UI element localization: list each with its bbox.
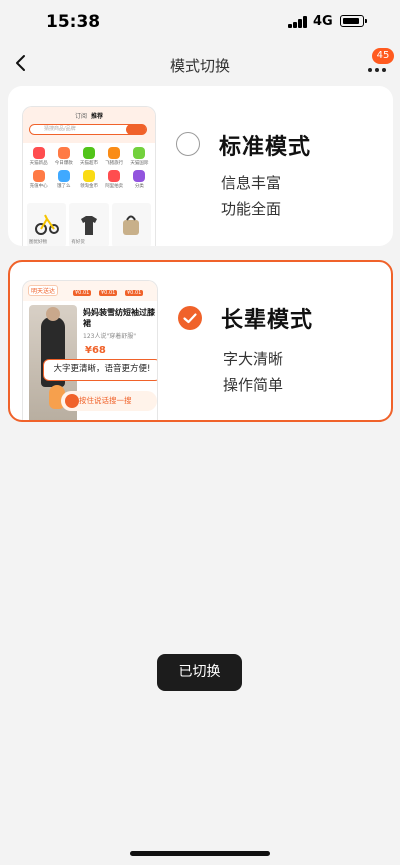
preview-search-placeholder: 猜搜商品/品牌	[44, 126, 76, 132]
preview-grid-item: 天猫超市	[76, 147, 101, 166]
elder-mode-card[interactable]: 明天送达 ¥0.01 ¥0.01 ¥0.01 妈妈装雪纺短袖过膝裙 123人说"…	[8, 260, 393, 422]
elder-mode-desc-line: 字大清晰	[223, 350, 284, 368]
preview-voice-label: 按住说话搜一搜	[79, 396, 132, 405]
elder-mode-radio[interactable]	[178, 306, 202, 330]
preview-grid-item: 天猫新品	[26, 147, 51, 166]
elder-mode-desc-line: 操作简单	[223, 376, 284, 394]
preview-grid-item: 充值中心	[26, 170, 51, 189]
preview-product-row: 图优好物 有好货	[27, 203, 151, 246]
preview-grid-item: 饿了么	[51, 170, 76, 189]
standard-mode-desc-line: 信息丰富	[221, 174, 282, 192]
switched-toast: 已切换	[157, 654, 242, 691]
network-label: 4G	[313, 14, 333, 29]
preview-grid-item: 分类	[127, 170, 152, 189]
status-time: 15:38	[46, 12, 101, 32]
preview-icon-grid: 天猫新品 今日爆款 天猫超市 飞猪旅行 天猫国际 充值中心 饿了么 领淘金币 阿…	[23, 143, 155, 193]
preview-grid-item: 今日爆款	[51, 147, 76, 166]
signal-icon	[288, 16, 308, 28]
status-bar: 15:38 4G	[0, 0, 400, 46]
standard-mode-desc-line: 功能全面	[221, 200, 282, 218]
preview-mini-price: ¥0.01	[99, 290, 118, 296]
preview-grid-item: 天猫国际	[127, 147, 152, 166]
preview-tab: 订阅	[75, 113, 88, 120]
check-icon	[183, 313, 197, 324]
standard-mode-radio[interactable]	[176, 132, 200, 156]
preview-grid-item: 领淘金币	[76, 170, 101, 189]
standard-mode-preview: 订阅 推荐 猜搜商品/品牌 天猫新品 今日爆款 天猫超市 飞猪旅行 天猫国际 充…	[22, 106, 156, 246]
notification-badge: 45	[372, 48, 394, 64]
preview-grid-item: 阿里拍卖	[102, 170, 127, 189]
home-indicator[interactable]	[130, 851, 270, 856]
preview-mini-price: ¥0.01	[73, 290, 92, 296]
elder-mode-preview: 明天送达 ¥0.01 ¥0.01 ¥0.01 妈妈装雪纺短袖过膝裙 123人说"…	[22, 280, 158, 420]
elder-mode-title: 长辈模式	[221, 308, 314, 333]
preview-search-bar: 猜搜商品/品牌	[29, 124, 147, 135]
preview-voice-button: 按住说话搜一搜	[61, 391, 157, 411]
preview-tab-active: 推荐	[91, 113, 104, 120]
preview-grid-item: 飞猪旅行	[102, 147, 127, 166]
page-title: 模式切换	[169, 57, 230, 75]
preview-product: 图优好物	[27, 203, 67, 246]
more-button[interactable]: 45	[364, 48, 394, 80]
preview-hint-bubble: 大字更清晰，语音更方便!	[43, 359, 157, 381]
microphone-icon	[65, 394, 79, 408]
preview-product-sub: 123人说"穿着舒服"	[83, 333, 136, 340]
nav-bar: 模式切换 45	[0, 46, 400, 84]
standard-mode-title: 标准模式	[219, 135, 312, 160]
preview-product-price: ¥68	[85, 345, 106, 356]
standard-mode-card[interactable]: 订阅 推荐 猜搜商品/品牌 天猫新品 今日爆款 天猫超市 飞猪旅行 天猫国际 充…	[8, 86, 393, 246]
preview-product: 有好货	[69, 203, 109, 246]
preview-delivery-tag: 明天送达	[28, 285, 59, 296]
preview-product-title: 妈妈装雪纺短袖过膝裙	[83, 308, 155, 328]
battery-icon	[340, 15, 367, 27]
elder-mode-description: 字大清晰 操作简单	[223, 346, 283, 398]
preview-product	[111, 203, 151, 246]
more-icon	[368, 68, 386, 72]
preview-mini-price: ¥0.01	[125, 290, 144, 296]
standard-mode-description: 信息丰富 功能全面	[221, 170, 281, 222]
